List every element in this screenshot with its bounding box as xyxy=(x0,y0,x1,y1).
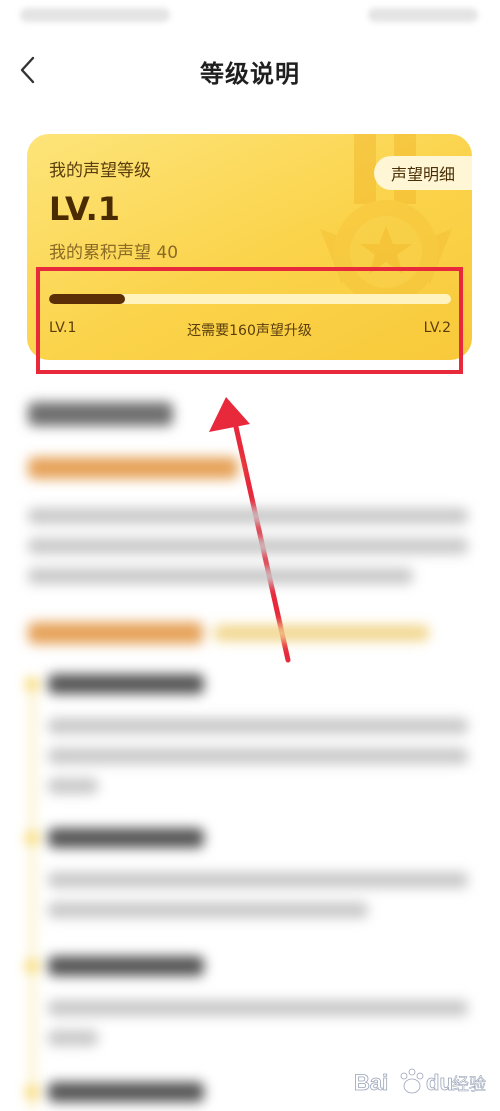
page-title: 等级说明 xyxy=(200,60,300,88)
status-left-blurred xyxy=(20,8,170,22)
progress-end-level: LV.2 xyxy=(423,320,451,336)
baidu-paw-logo: Bai du 经验 xyxy=(354,1068,486,1095)
progress-bar xyxy=(49,294,451,304)
blurred-faq-content xyxy=(0,380,500,1111)
prestige-total: 我的累积声望 40 xyxy=(49,243,179,263)
level-card: 我的声望等级 LV.1 我的累积声望 40 声望明细 LV.1 还需要160声望… xyxy=(27,134,472,360)
nav-bar: 等级说明 xyxy=(0,38,500,104)
progress-fill xyxy=(49,294,126,304)
svg-text:du: du xyxy=(426,1070,453,1095)
status-right-blurred xyxy=(368,8,478,22)
baidu-watermark: Bai du 经验 xyxy=(352,1062,492,1102)
upgrade-hint: 还需要160声望升级 xyxy=(187,323,312,339)
svg-text:Bai: Bai xyxy=(354,1070,388,1095)
prestige-detail-button[interactable]: 声望明细 xyxy=(374,156,472,190)
status-bar xyxy=(0,0,500,34)
card-label: 我的声望等级 xyxy=(49,161,151,181)
watermark-text: 经验 xyxy=(452,1075,486,1095)
current-level: LV.1 xyxy=(49,190,121,228)
